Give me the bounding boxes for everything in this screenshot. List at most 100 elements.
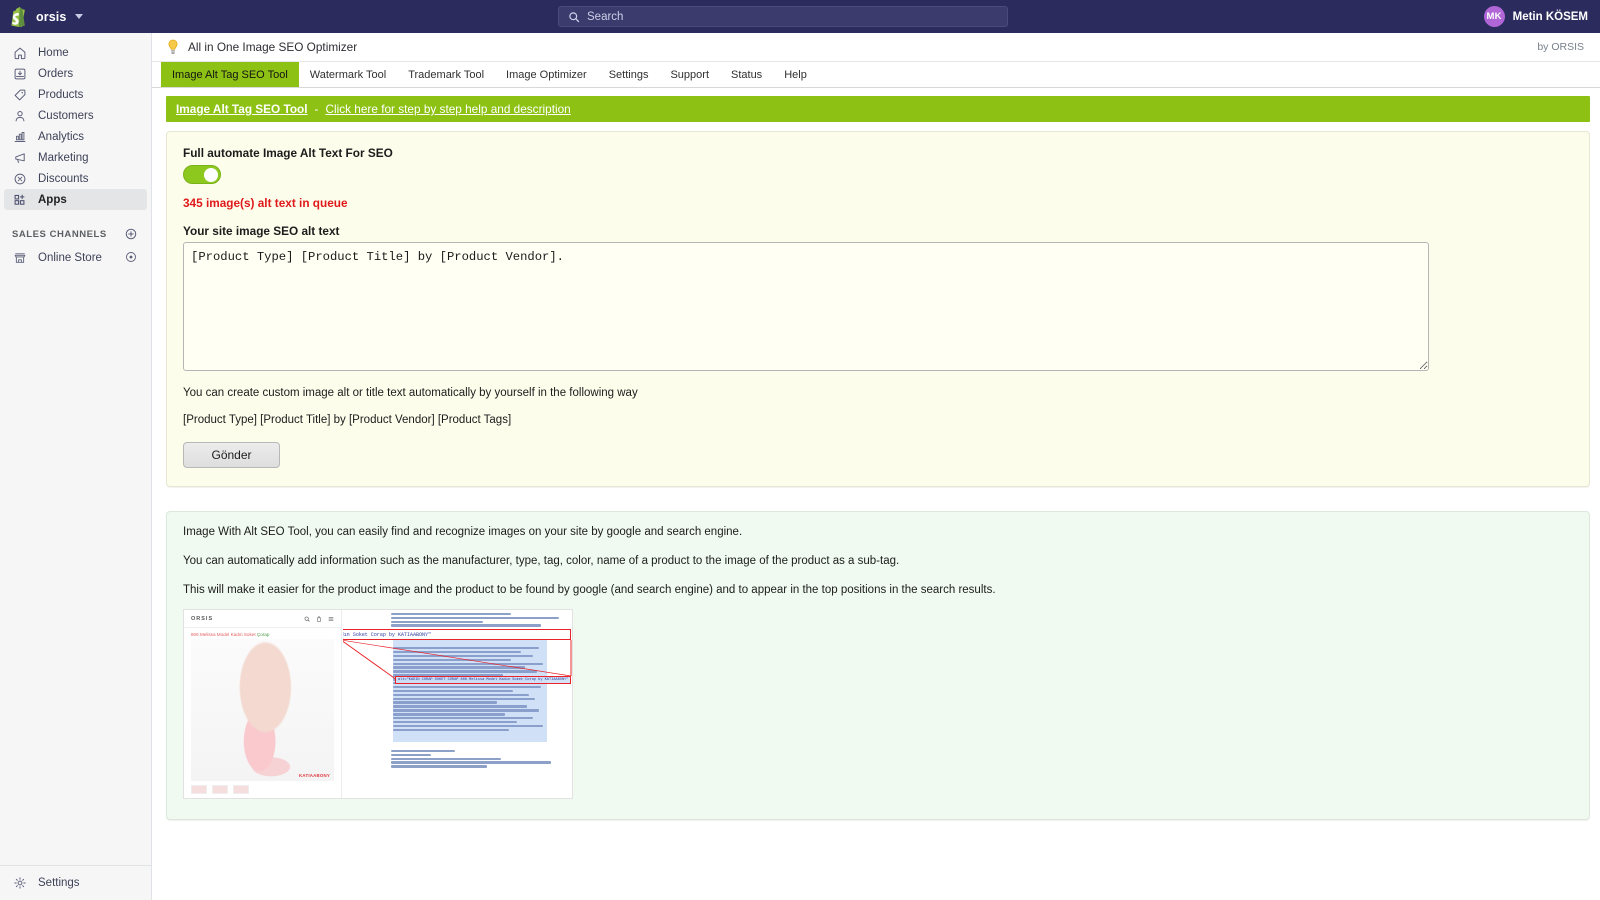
tab-label: Status xyxy=(731,69,763,81)
banner-help-link[interactable]: Click here for step by step help and des… xyxy=(325,102,570,116)
search-placeholder: Search xyxy=(587,10,624,23)
person-icon xyxy=(12,108,27,123)
app-frame: All in One Image SEO Optimizer by ORSIS … xyxy=(152,33,1600,900)
user-name: Metin KÖSEM xyxy=(1512,10,1588,23)
info-paragraph-1: Image With Alt SEO Tool, you can easily … xyxy=(183,526,743,538)
tab-label: Image Optimizer xyxy=(506,69,587,81)
automation-toggle[interactable] xyxy=(183,165,221,184)
tab-image-optimizer[interactable]: Image Optimizer xyxy=(495,62,598,87)
alt-text-input[interactable] xyxy=(183,242,1429,371)
alt-text-form-card: Full automate Image Alt Text For SEO 345… xyxy=(166,131,1590,487)
sidebar-item-label: Apps xyxy=(38,193,67,206)
orders-inbox-icon xyxy=(12,66,27,81)
demo-callout-code: alt="KADIN CORAP SOKET CORAP 806 Melissa… xyxy=(343,631,432,638)
submit-button[interactable]: Gönder xyxy=(183,442,280,468)
search-icon xyxy=(304,616,310,622)
sidebar-item-online-store[interactable]: Online Store xyxy=(4,247,147,268)
sidebar-nav: Home Orders Products Customers Analytics xyxy=(0,33,151,210)
info-paragraph-2: You can automatically add information su… xyxy=(183,555,900,567)
tab-settings[interactable]: Settings xyxy=(598,62,660,87)
demo-screenshot: ORSIS 806 Melissa Model Kadın Soket Çora… xyxy=(183,609,573,799)
sidebar-item-marketing[interactable]: Marketing xyxy=(4,147,147,168)
sidebar-item-analytics[interactable]: Analytics xyxy=(4,126,147,147)
sidebar-item-settings[interactable]: Settings xyxy=(0,865,151,900)
tool-banner: Image Alt Tag SEO Tool - Click here for … xyxy=(166,96,1590,122)
home-icon xyxy=(12,45,27,60)
tab-label: Support xyxy=(670,69,709,81)
app-header: All in One Image SEO Optimizer by ORSIS xyxy=(152,33,1600,62)
sales-channels-header: SALES CHANNELS xyxy=(0,224,151,244)
user-menu[interactable]: MK Metin KÖSEM xyxy=(1483,0,1588,33)
sidebar-item-home[interactable]: Home xyxy=(4,42,147,63)
demo-storefront-preview: ORSIS 806 Melissa Model Kadın Soket Çora… xyxy=(184,610,342,798)
tab-trademark-tool[interactable]: Trademark Tool xyxy=(397,62,495,87)
sidebar-item-orders[interactable]: Orders xyxy=(4,63,147,84)
demo-code-lines-bottom xyxy=(391,750,571,769)
tab-help[interactable]: Help xyxy=(773,62,818,87)
sidebar-item-products[interactable]: Products xyxy=(4,84,147,105)
sidebar-item-discounts[interactable]: Discounts xyxy=(4,168,147,189)
sidebar-item-label: Marketing xyxy=(38,151,89,164)
search-input[interactable]: Search xyxy=(558,6,1008,27)
sidebar: Home Orders Products Customers Analytics xyxy=(0,33,152,900)
discount-circle-icon xyxy=(12,171,27,186)
toggle-knob xyxy=(204,167,218,182)
tab-label: Image Alt Tag SEO Tool xyxy=(172,69,288,81)
demo-callout-alt-attribute: alt="KADIN CORAP SOKET CORAP 806 Melissa… xyxy=(343,629,571,640)
demo-highlighted-alt-attribute: alt="KADIN CORAP SOKET CORAP 806 Melissa… xyxy=(395,676,571,684)
plus-circle-icon[interactable] xyxy=(125,228,137,240)
sidebar-item-label: Discounts xyxy=(38,172,89,185)
sidebar-item-customers[interactable]: Customers xyxy=(4,105,147,126)
tag-icon xyxy=(12,87,27,102)
tab-status[interactable]: Status xyxy=(720,62,773,87)
tab-image-alt-tag-seo-tool[interactable]: Image Alt Tag SEO Tool xyxy=(161,62,299,87)
demo-thumbnail[interactable] xyxy=(233,785,249,794)
gear-icon xyxy=(12,876,27,891)
banner-title-link[interactable]: Image Alt Tag SEO Tool xyxy=(176,102,308,116)
sidebar-item-label: Orders xyxy=(38,67,74,80)
info-card: Image With Alt SEO Tool, you can easily … xyxy=(166,511,1590,820)
demo-code-highlight-block xyxy=(393,635,547,742)
demo-product-photo: KATIAABONY xyxy=(191,639,334,781)
demo-store-logo: ORSIS xyxy=(191,615,214,622)
sidebar-item-label: Customers xyxy=(38,109,94,122)
app-credit: by ORSIS xyxy=(1537,41,1584,53)
demo-product-title-tail: Çorap xyxy=(256,632,270,637)
tab-watermark-tool[interactable]: Watermark Tool xyxy=(299,62,397,87)
sidebar-item-label: Analytics xyxy=(38,130,85,143)
sidebar-item-label: Online Store xyxy=(38,251,102,264)
queue-status: 345 image(s) alt text in queue xyxy=(183,196,348,210)
demo-thumbnail-strip xyxy=(184,781,341,798)
search-icon xyxy=(569,11,580,22)
shopify-bag-icon xyxy=(11,7,25,27)
automation-toggle-label: Full automate Image Alt Text For SEO xyxy=(183,146,393,160)
eye-icon[interactable] xyxy=(125,251,137,266)
sidebar-item-label: Home xyxy=(38,46,69,59)
store-switcher[interactable]: orsis xyxy=(0,0,152,33)
page-title: All in One Image SEO Optimizer xyxy=(188,40,358,54)
app-tabs: Image Alt Tag SEO Tool Watermark Tool Tr… xyxy=(152,62,1600,88)
bar-chart-icon xyxy=(12,129,27,144)
tab-label: Help xyxy=(784,69,807,81)
alt-text-pattern-example: [Product Type] [Product Title] by [Produ… xyxy=(183,414,512,426)
alt-text-hint: You can create custom image alt or title… xyxy=(183,387,638,399)
demo-devtools-source: alt="KADIN CORAP SOKET CORAP 806 Melissa… xyxy=(343,610,572,798)
demo-thumbnail[interactable] xyxy=(191,785,207,794)
tab-label: Settings xyxy=(608,69,649,81)
info-paragraph-3: This will make it easier for the product… xyxy=(183,584,996,596)
chevron-down-icon xyxy=(75,14,84,19)
tab-support[interactable]: Support xyxy=(659,62,720,87)
tab-label: Trademark Tool xyxy=(408,69,485,81)
storefront-icon xyxy=(12,250,27,265)
demo-code-lines-top xyxy=(391,613,571,628)
tab-label: Watermark Tool xyxy=(309,69,387,81)
demo-product-title-text: 806 Melissa Model Kadın Soket xyxy=(191,632,256,637)
demo-highlighted-code: alt="KADIN CORAP SOKET CORAP 806 Melissa… xyxy=(398,678,569,682)
demo-store-header: ORSIS xyxy=(184,610,341,628)
avatar: MK xyxy=(1483,6,1505,27)
demo-thumbnail[interactable] xyxy=(212,785,228,794)
sidebar-item-apps[interactable]: Apps xyxy=(4,189,147,210)
demo-watermark: KATIAABONY xyxy=(299,773,330,778)
megaphone-icon xyxy=(12,150,27,165)
sidebar-footer-label: Settings xyxy=(38,877,80,889)
